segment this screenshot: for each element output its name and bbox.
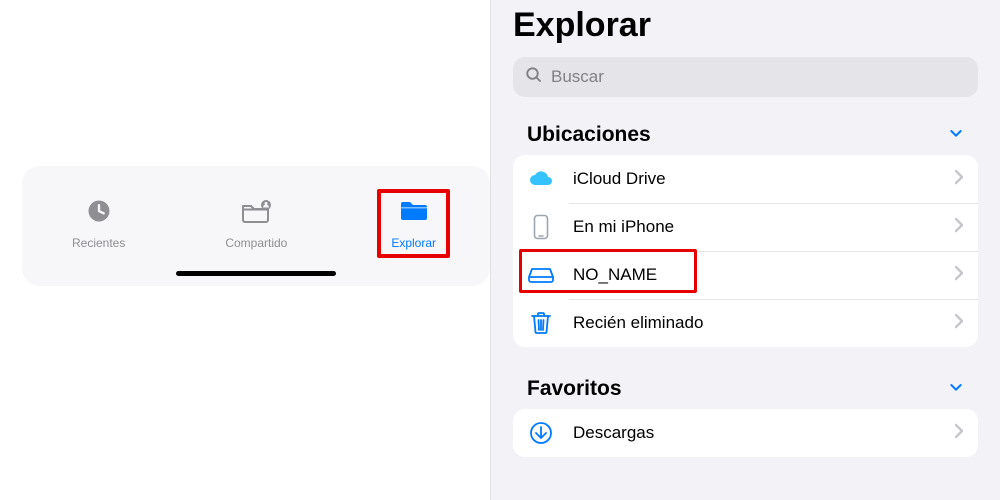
iphone-icon [527, 214, 555, 240]
drive-icon [527, 266, 555, 284]
chevron-down-icon [948, 379, 964, 400]
bottom-tabbar: Recientes Compartido [22, 166, 490, 271]
right-pane: Explorar Buscar Ubicaciones iCloud Drive [490, 0, 1000, 500]
chevron-right-icon [954, 217, 964, 238]
chevron-right-icon [954, 265, 964, 286]
left-pane: Recientes Compartido [0, 0, 490, 500]
section-header-locations[interactable]: Ubicaciones [513, 123, 978, 155]
folder-icon [399, 197, 429, 230]
search-placeholder: Buscar [551, 67, 604, 87]
section-title-favorites: Favoritos [527, 377, 622, 401]
location-item-icloud[interactable]: iCloud Drive [513, 155, 978, 203]
tab-browse-label: Explorar [391, 236, 436, 250]
location-label-icloud: iCloud Drive [573, 169, 936, 189]
download-icon [527, 421, 555, 445]
cloud-icon [527, 169, 555, 189]
trash-icon [527, 311, 555, 335]
chevron-down-icon [948, 125, 964, 146]
tab-browse[interactable]: Explorar [377, 189, 450, 258]
location-label-trash: Recién eliminado [573, 313, 936, 333]
location-item-iphone[interactable]: En mi iPhone [513, 203, 978, 251]
bottom-tabbar-card: Recientes Compartido [22, 166, 490, 286]
chevron-right-icon [954, 313, 964, 334]
location-label-noname: NO_NAME [573, 265, 936, 285]
location-item-noname[interactable]: NO_NAME [513, 251, 978, 299]
page-title: Explorar [513, 0, 978, 57]
home-indicator[interactable] [176, 271, 336, 276]
tab-recents[interactable]: Recientes [62, 193, 135, 254]
locations-list: iCloud Drive En mi iPhone [513, 155, 978, 347]
search-icon [525, 66, 543, 89]
section-header-favorites[interactable]: Favoritos [513, 377, 978, 409]
shared-folder-icon [241, 197, 271, 230]
chevron-right-icon [954, 169, 964, 190]
favorite-item-downloads[interactable]: Descargas [513, 409, 978, 457]
chevron-right-icon [954, 423, 964, 444]
location-label-iphone: En mi iPhone [573, 217, 936, 237]
location-item-trash[interactable]: Recién eliminado [513, 299, 978, 347]
tab-recents-label: Recientes [72, 236, 125, 250]
section-title-locations: Ubicaciones [527, 123, 651, 147]
search-input[interactable]: Buscar [513, 57, 978, 97]
favorite-label-downloads: Descargas [573, 423, 936, 443]
tab-shared[interactable]: Compartido [215, 193, 297, 254]
favorites-list: Descargas [513, 409, 978, 457]
tab-shared-label: Compartido [225, 236, 287, 250]
clock-icon [85, 197, 113, 230]
